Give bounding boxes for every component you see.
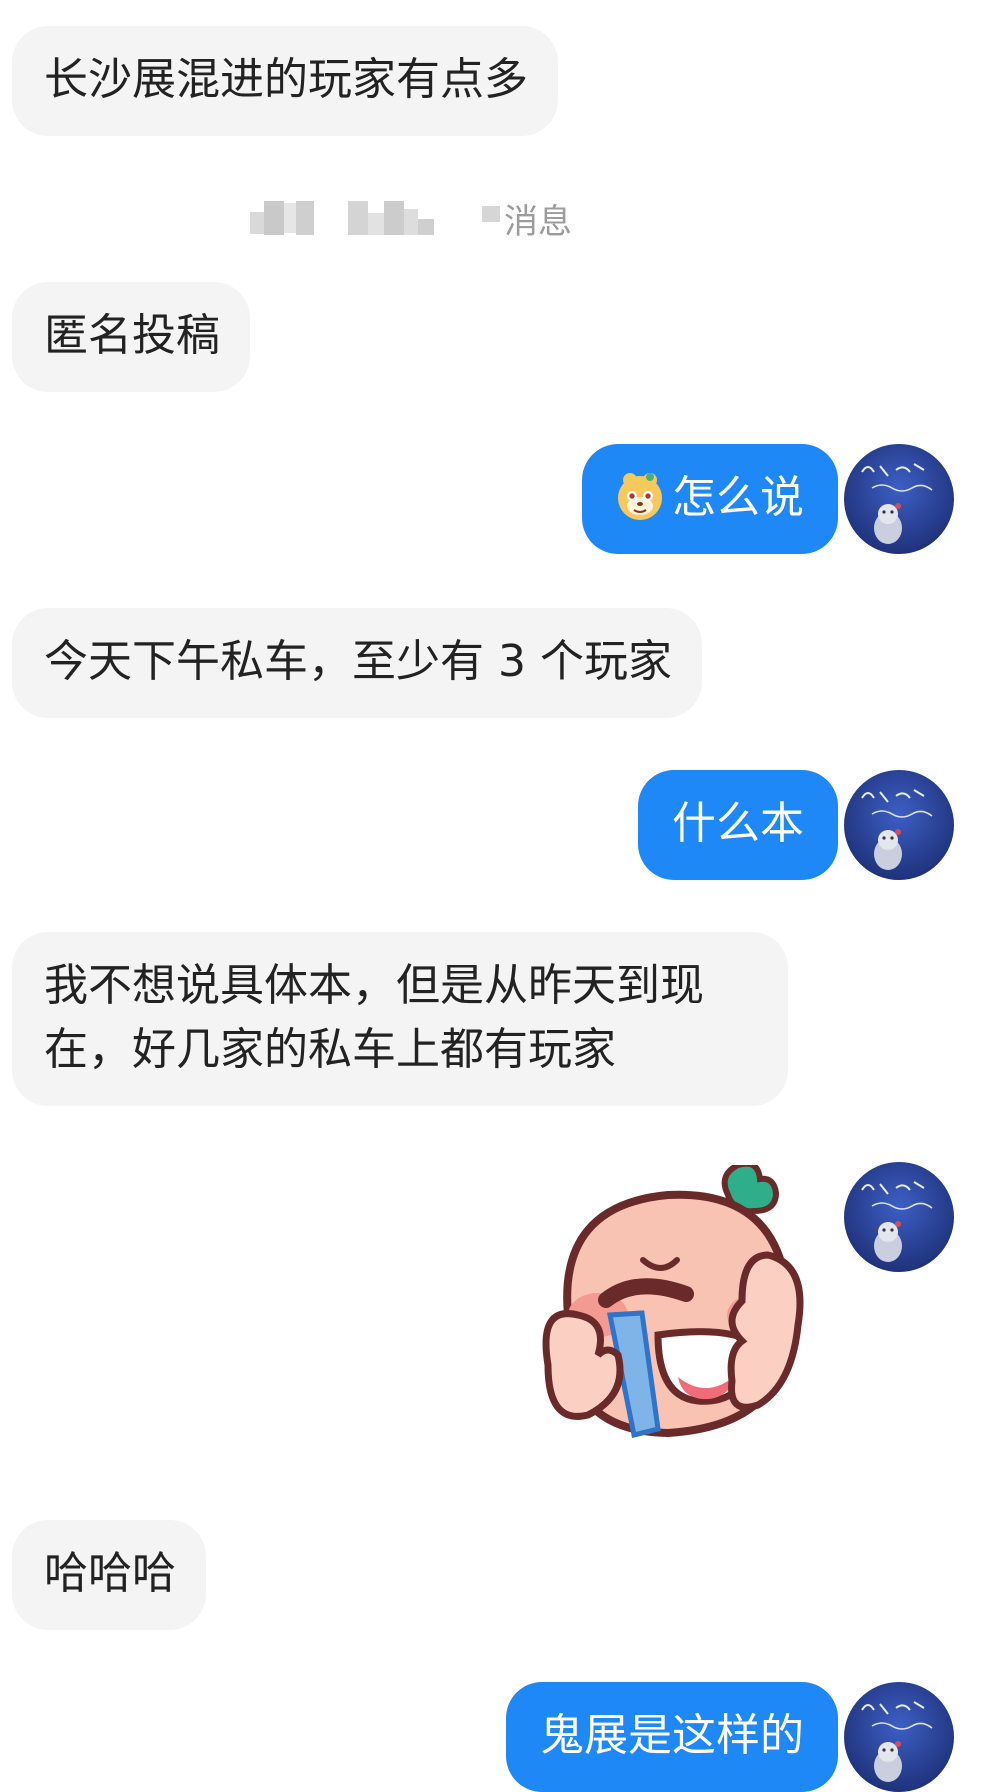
message-text: 今天下午私车，至少有 3 个玩家 — [44, 636, 672, 687]
mouse-face-emoji-icon — [618, 473, 662, 520]
message-text: 怎么说 — [672, 472, 804, 523]
incoming-message[interactable]: 今天下午私车，至少有 3 个玩家 — [12, 608, 702, 718]
message-text: 长沙展混进的玩家有点多 — [44, 54, 528, 105]
outgoing-message[interactable]: 怎么说 — [582, 444, 838, 554]
message-text: 匿名投稿 — [44, 310, 220, 361]
pixelated-name — [250, 201, 500, 235]
incoming-message[interactable]: 哈哈哈 — [12, 1520, 206, 1630]
message-text: 哈哈哈 — [44, 1548, 176, 1599]
message-text: 什么本 — [672, 798, 804, 849]
avatar[interactable] — [844, 1682, 954, 1792]
outgoing-message[interactable]: 鬼展是这样的 — [506, 1682, 838, 1792]
night-sky-avatar-icon — [844, 1682, 954, 1792]
incoming-message[interactable]: 我不想说具体本，但是从昨天到现在，好几家的私车上都有玩家 — [12, 932, 788, 1106]
crying-peach-sticker[interactable] — [528, 1160, 818, 1460]
avatar[interactable] — [844, 444, 954, 554]
message-text: 鬼展是这样的 — [540, 1710, 804, 1761]
system-notice-label: 消息 — [504, 201, 572, 242]
incoming-message[interactable]: 匿名投稿 — [12, 282, 250, 392]
night-sky-avatar-icon — [844, 1162, 954, 1272]
message-text: 我不想说具体本，但是从昨天到现在，好几家的私车上都有玩家 — [44, 960, 704, 1075]
avatar[interactable] — [844, 770, 954, 880]
system-notice: 消息 — [250, 188, 572, 248]
outgoing-message[interactable]: 什么本 — [638, 770, 838, 880]
avatar[interactable] — [844, 1162, 954, 1272]
crying-peach-sticker-icon — [542, 1160, 804, 1439]
night-sky-avatar-icon — [844, 444, 954, 554]
night-sky-avatar-icon — [844, 770, 954, 880]
incoming-message[interactable]: 长沙展混进的玩家有点多 — [12, 26, 558, 136]
